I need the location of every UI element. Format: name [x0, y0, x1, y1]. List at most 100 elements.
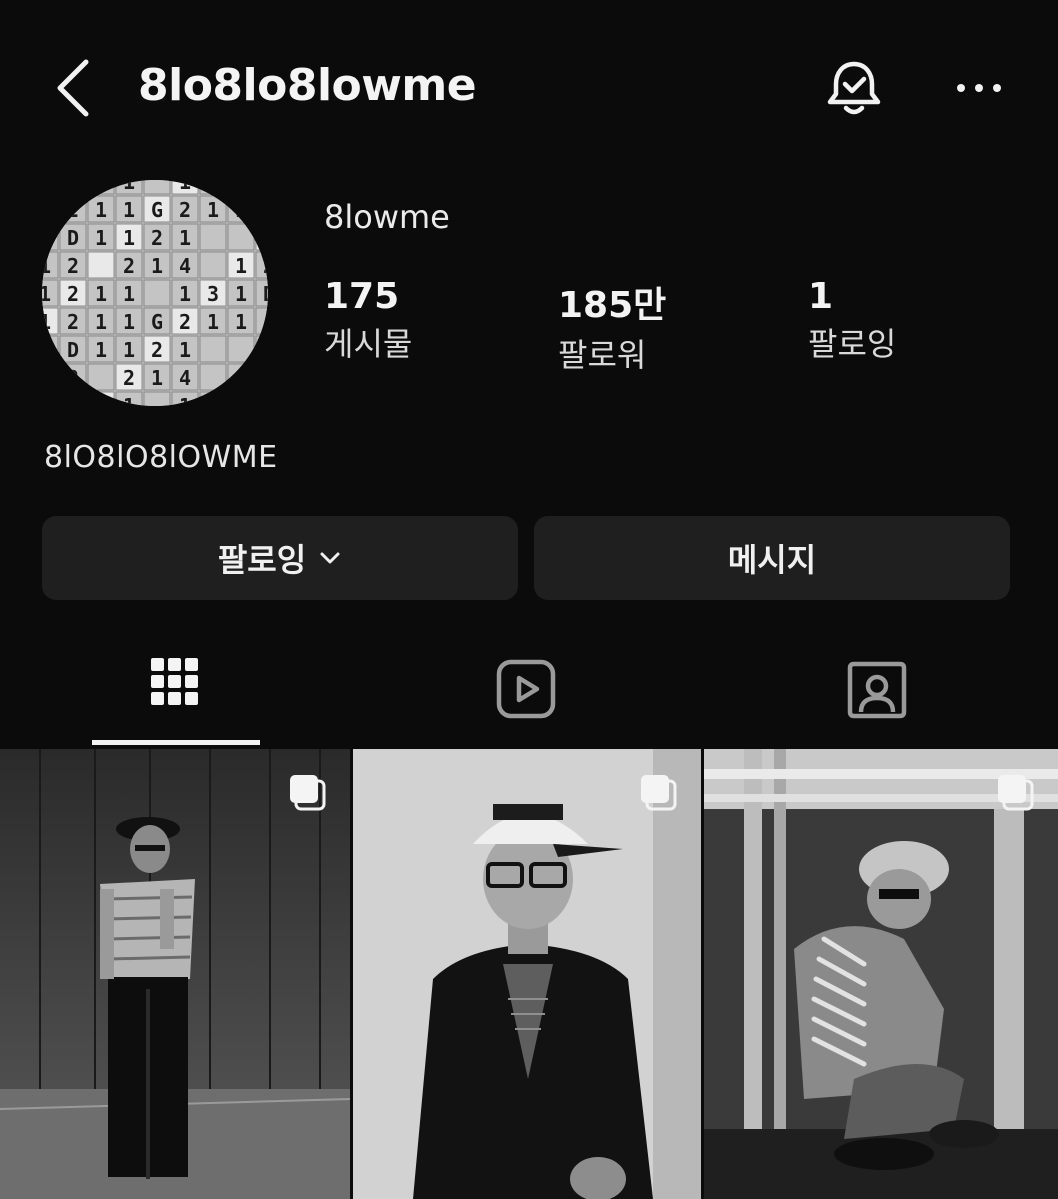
tab-posts-grid[interactable]: [92, 650, 258, 746]
svg-text:1: 1: [95, 226, 107, 250]
svg-text:1: 1: [235, 180, 247, 194]
stat-posts-count: 175: [324, 276, 400, 317]
bell-check-icon: [827, 61, 881, 115]
svg-text:1: 1: [235, 366, 247, 390]
svg-text:1: 1: [235, 282, 247, 306]
svg-text:2: 2: [67, 198, 79, 222]
svg-text:1: 1: [123, 226, 135, 250]
stat-followers-count: 185만: [558, 285, 667, 326]
svg-text:D: D: [263, 394, 268, 406]
profile-page: 8lo8lo8lowme 1211131D1211G2111D112111221…: [0, 0, 1058, 1199]
svg-text:1: 1: [42, 338, 51, 362]
svg-text:1: 1: [123, 394, 135, 406]
svg-text:2: 2: [123, 366, 135, 390]
carousel-icon: [998, 775, 1034, 811]
svg-text:4: 4: [179, 366, 191, 390]
svg-text:1: 1: [179, 226, 191, 250]
post-thumbnail-3[interactable]: [704, 749, 1058, 1199]
post-thumbnail-1[interactable]: [0, 749, 350, 1199]
svg-text:2: 2: [67, 282, 79, 306]
svg-text:1: 1: [42, 198, 51, 222]
post-image-3: [704, 749, 1058, 1199]
avatar-image: 1211131D1211G2111D1121112214121211131D12…: [42, 180, 268, 406]
svg-text:1: 1: [123, 282, 135, 306]
message-button[interactable]: 메시지: [534, 516, 1010, 600]
svg-text:D: D: [67, 338, 79, 362]
svg-text:2: 2: [263, 366, 268, 390]
carousel-icon: [290, 775, 326, 811]
svg-text:1: 1: [42, 310, 51, 334]
svg-text:1: 1: [235, 310, 247, 334]
svg-text:2: 2: [263, 254, 268, 278]
svg-text:2: 2: [123, 254, 135, 278]
svg-text:1: 1: [263, 226, 268, 250]
top-bar: 8lo8lo8lowme: [0, 0, 1058, 170]
svg-text:4: 4: [179, 254, 191, 278]
svg-text:1: 1: [95, 198, 107, 222]
stat-posts[interactable]: 175 게시물: [324, 276, 412, 365]
grid-icon: [151, 658, 198, 705]
stat-following[interactable]: 1 팔로잉: [808, 276, 896, 365]
svg-text:2: 2: [67, 254, 79, 278]
svg-text:1: 1: [42, 394, 51, 406]
stat-following-label: 팔로잉: [808, 325, 897, 363]
notification-bell-button[interactable]: [822, 56, 886, 120]
svg-text:1: 1: [207, 198, 219, 222]
svg-text:1: 1: [151, 254, 163, 278]
svg-text:1: 1: [263, 338, 268, 362]
profile-display-name: 8lowme: [324, 198, 450, 236]
tab-reels[interactable]: [443, 650, 609, 746]
svg-text:D: D: [263, 282, 268, 306]
carousel-icon: [641, 775, 677, 811]
svg-text:2: 2: [67, 394, 79, 406]
svg-text:2: 2: [179, 198, 191, 222]
svg-text:2: 2: [179, 310, 191, 334]
svg-text:G: G: [151, 198, 163, 222]
svg-text:1: 1: [235, 198, 247, 222]
tab-tagged[interactable]: [794, 650, 960, 746]
svg-text:2: 2: [151, 338, 163, 362]
svg-text:G: G: [151, 310, 163, 334]
more-dots-icon: [957, 84, 1001, 92]
svg-text:1: 1: [123, 198, 135, 222]
more-options-button[interactable]: [952, 64, 1008, 112]
svg-text:1: 1: [95, 310, 107, 334]
svg-text:1: 1: [179, 180, 191, 194]
svg-text:3: 3: [207, 282, 219, 306]
active-tab-indicator: [92, 740, 260, 745]
svg-text:2: 2: [151, 226, 163, 250]
following-button[interactable]: 팔로잉: [42, 516, 518, 600]
svg-text:2: 2: [67, 310, 79, 334]
svg-text:1: 1: [123, 338, 135, 362]
following-button-label: 팔로잉: [217, 541, 307, 579]
stat-followers[interactable]: 185만 팔로워: [558, 276, 666, 376]
svg-text:1: 1: [42, 226, 51, 250]
svg-text:1: 1: [42, 282, 51, 306]
stat-posts-label: 게시물: [324, 325, 413, 363]
svg-text:1: 1: [42, 254, 51, 278]
profile-username: 8lo8lo8lowme: [138, 60, 477, 111]
stat-following-count: 1: [808, 276, 834, 317]
svg-text:1: 1: [95, 180, 107, 194]
svg-text:1: 1: [151, 366, 163, 390]
profile-avatar[interactable]: 1211131D1211G2111D1121112214121211131D12…: [42, 180, 268, 406]
svg-text:1: 1: [123, 310, 135, 334]
chevron-down-icon: [320, 552, 340, 564]
svg-text:1: 1: [235, 254, 247, 278]
bio-name: 8lO8lO8lOWME: [44, 440, 278, 475]
svg-text:1: 1: [179, 394, 191, 406]
post-image-1: [0, 749, 350, 1199]
svg-text:1: 1: [235, 394, 247, 406]
reels-icon: [496, 659, 556, 719]
svg-text:2: 2: [67, 366, 79, 390]
svg-text:D: D: [67, 226, 79, 250]
back-button[interactable]: [52, 56, 100, 120]
svg-text:1: 1: [207, 310, 219, 334]
svg-text:1: 1: [95, 282, 107, 306]
post-thumbnail-2[interactable]: [353, 749, 701, 1199]
svg-text:1: 1: [42, 366, 51, 390]
svg-text:1: 1: [179, 282, 191, 306]
svg-text:1: 1: [95, 394, 107, 406]
svg-text:1: 1: [42, 180, 51, 194]
svg-text:3: 3: [207, 180, 219, 194]
